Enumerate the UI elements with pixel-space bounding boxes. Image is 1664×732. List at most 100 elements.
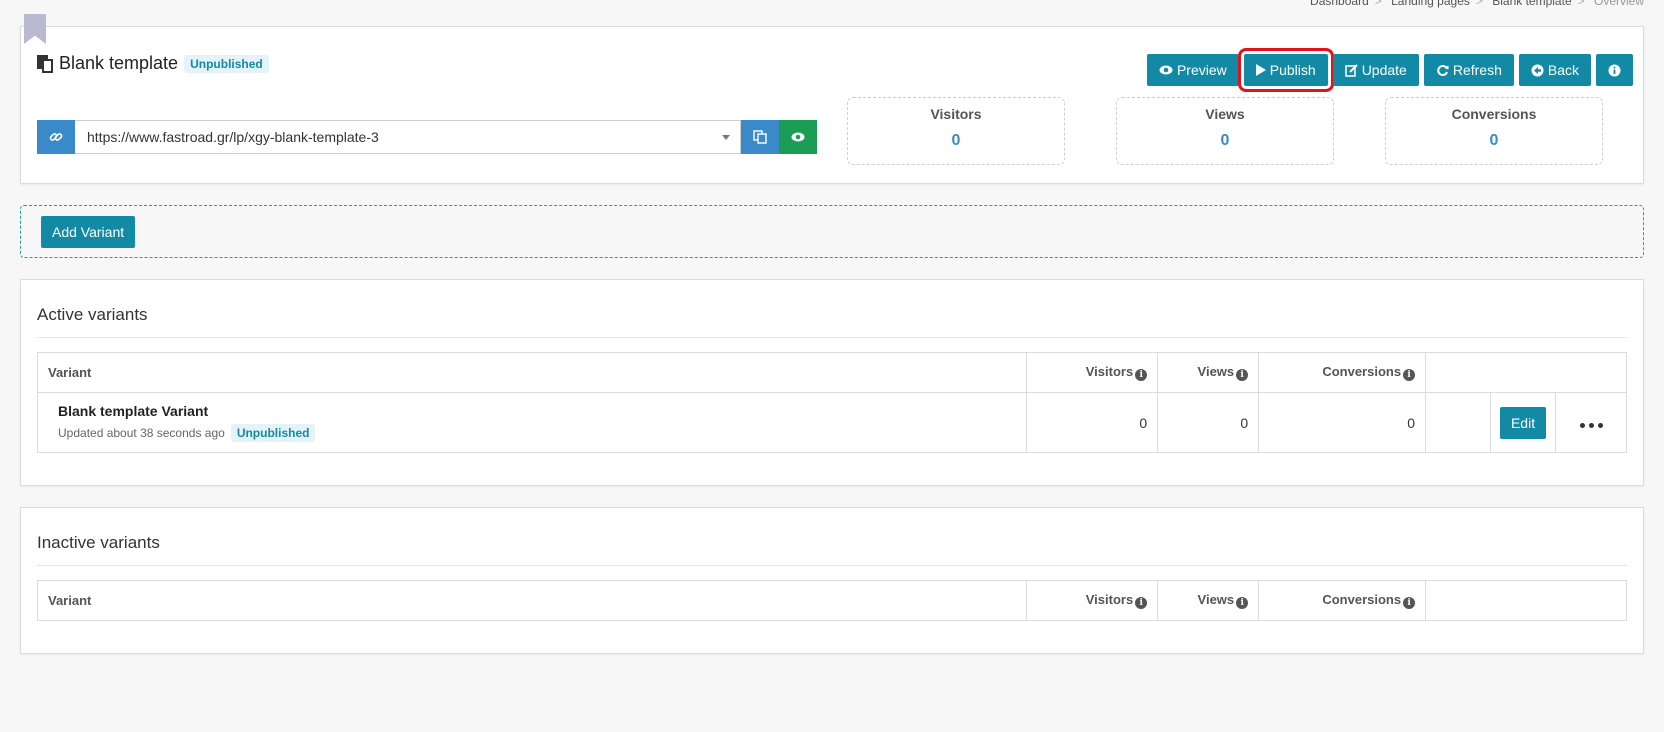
page-toolbar: Preview Publish Update Refresh Back xyxy=(1146,48,1633,92)
copy-url-button[interactable] xyxy=(741,120,779,154)
section-title: Inactive variants xyxy=(37,533,160,552)
variant-name[interactable]: Blank template Variant xyxy=(58,403,1016,419)
breadcrumb: Dashboard > Landing pages > Blank template… xyxy=(1310,0,1644,8)
column-header-variant: Variant xyxy=(36,352,1028,393)
arrow-circle-left-icon xyxy=(1531,64,1544,76)
breadcrumb-landing-pages[interactable]: Landing pages xyxy=(1391,0,1470,8)
info-icon[interactable]: i xyxy=(1236,597,1249,609)
column-header-actions xyxy=(1425,580,1627,621)
view-url-button[interactable] xyxy=(779,120,817,154)
status-badge: Unpublished xyxy=(230,424,316,442)
active-variants-panel: Active variants Variant Visitors i Views i… xyxy=(20,279,1644,486)
info-button[interactable] xyxy=(1596,54,1633,86)
info-icon xyxy=(1608,64,1621,76)
publish-button[interactable]: Publish xyxy=(1237,48,1334,92)
copy-document-icon xyxy=(37,54,53,73)
column-label: Variant xyxy=(48,593,92,608)
variant-cell: Blank template Variant Updated about 38 … xyxy=(36,392,1028,453)
update-button[interactable]: Update xyxy=(1332,54,1419,86)
views-cell: 0 xyxy=(1157,392,1260,453)
table-header-row: Variant Visitors i Views i Conversions i xyxy=(36,580,1627,621)
breadcrumb-separator: > xyxy=(1475,0,1483,8)
edit-variant-button[interactable]: Edit xyxy=(1499,406,1547,439)
column-label: Views xyxy=(1197,592,1235,607)
back-button[interactable]: Back xyxy=(1518,54,1591,86)
breadcrumb-separator: > xyxy=(1577,0,1585,8)
column-header-conversions: Conversions i xyxy=(1258,352,1427,393)
views-stat: Views 0 xyxy=(1116,97,1334,165)
column-label: Visitors xyxy=(1085,592,1134,607)
page-title: Blank template Unpublished xyxy=(37,53,269,74)
column-label: Visitors xyxy=(1085,364,1134,379)
visitors-stat: Visitors 0 xyxy=(847,97,1065,165)
add-variant-button[interactable]: Add Variant xyxy=(41,216,136,248)
variant-meta: Updated about 38 seconds ago Unpublished xyxy=(58,424,1016,442)
column-label: Views xyxy=(1197,364,1235,379)
inactive-variants-panel: Inactive variants Variant Visitors i View… xyxy=(20,507,1644,654)
column-header-variant: Variant xyxy=(36,580,1028,621)
column-label: Conversions xyxy=(1322,364,1402,379)
info-icon[interactable]: i xyxy=(1135,369,1148,381)
more-options-icon[interactable] xyxy=(1579,422,1603,428)
column-header-visitors: Visitors i xyxy=(1026,352,1159,393)
divider xyxy=(37,565,1627,566)
url-select[interactable]: https://www.fastroad.gr/lp/xgy-blank-tem… xyxy=(75,120,741,154)
refresh-button[interactable]: Refresh xyxy=(1423,54,1514,86)
edit-icon xyxy=(1344,63,1358,77)
breadcrumb-overview: Overview xyxy=(1593,0,1644,8)
section-title: Active variants xyxy=(37,305,148,324)
info-icon[interactable]: i xyxy=(1135,597,1148,609)
url-bar: https://www.fastroad.gr/lp/xgy-blank-tem… xyxy=(37,120,817,154)
refresh-label: Refresh xyxy=(1452,62,1502,78)
landing-page-header-panel: Blank template Unpublished Preview Publi… xyxy=(20,26,1644,184)
refresh-icon xyxy=(1437,64,1449,76)
column-header-actions xyxy=(1425,352,1627,393)
preview-button[interactable]: Preview xyxy=(1146,54,1239,86)
column-header-conversions: Conversions i xyxy=(1258,580,1427,621)
table-header-row: Variant Visitors i Views i Conversions i xyxy=(36,352,1627,393)
empty-cell xyxy=(1425,392,1492,453)
add-variant-bar: Add Variant xyxy=(20,205,1644,258)
stat-label: Views xyxy=(1205,106,1245,122)
variant-updated: Updated about 38 seconds ago xyxy=(58,426,225,440)
stat-value: 0 xyxy=(1489,132,1499,149)
preview-label: Preview xyxy=(1176,62,1227,78)
copy-icon xyxy=(753,130,767,144)
more-cell xyxy=(1555,392,1627,453)
link-button[interactable] xyxy=(37,120,75,154)
breadcrumb-dashboard[interactable]: Dashboard xyxy=(1310,0,1369,8)
breadcrumb-blank-template[interactable]: Blank template xyxy=(1492,0,1571,8)
column-header-views: Views i xyxy=(1157,580,1260,621)
url-value: https://www.fastroad.gr/lp/xgy-blank-tem… xyxy=(87,129,379,145)
active-variants-table: Variant Visitors i Views i Conversions i Bl… xyxy=(36,352,1627,453)
update-label: Update xyxy=(1361,62,1407,78)
column-header-visitors: Visitors i xyxy=(1026,580,1159,621)
back-label: Back xyxy=(1547,62,1579,78)
breadcrumb-separator: > xyxy=(1374,0,1382,8)
stat-label: Conversions xyxy=(1451,106,1537,122)
divider xyxy=(37,337,1627,338)
inactive-variants-table: Variant Visitors i Views i Conversions i xyxy=(36,580,1627,621)
page-title-text: Blank template xyxy=(59,53,179,73)
link-icon xyxy=(49,133,63,141)
edit-cell: Edit xyxy=(1490,392,1556,453)
column-label: Variant xyxy=(48,365,92,380)
visitors-cell: 0 xyxy=(1026,392,1159,453)
stat-label: Visitors xyxy=(930,106,982,122)
play-icon xyxy=(1255,64,1266,76)
publish-label: Publish xyxy=(1269,62,1316,78)
eye-icon xyxy=(791,132,805,142)
conversions-stat: Conversions 0 xyxy=(1385,97,1603,165)
stat-value: 0 xyxy=(951,132,961,149)
column-label: Conversions xyxy=(1322,592,1402,607)
status-badge: Unpublished xyxy=(184,54,269,73)
stat-value: 0 xyxy=(1220,132,1230,149)
info-icon[interactable]: i xyxy=(1403,597,1416,609)
table-row: Blank template Variant Updated about 38 … xyxy=(36,392,1627,453)
chevron-down-icon xyxy=(722,135,730,140)
conversions-cell: 0 xyxy=(1258,392,1427,453)
info-icon[interactable]: i xyxy=(1236,369,1249,381)
eye-icon xyxy=(1159,65,1173,75)
info-icon[interactable]: i xyxy=(1403,369,1416,381)
column-header-views: Views i xyxy=(1157,352,1260,393)
